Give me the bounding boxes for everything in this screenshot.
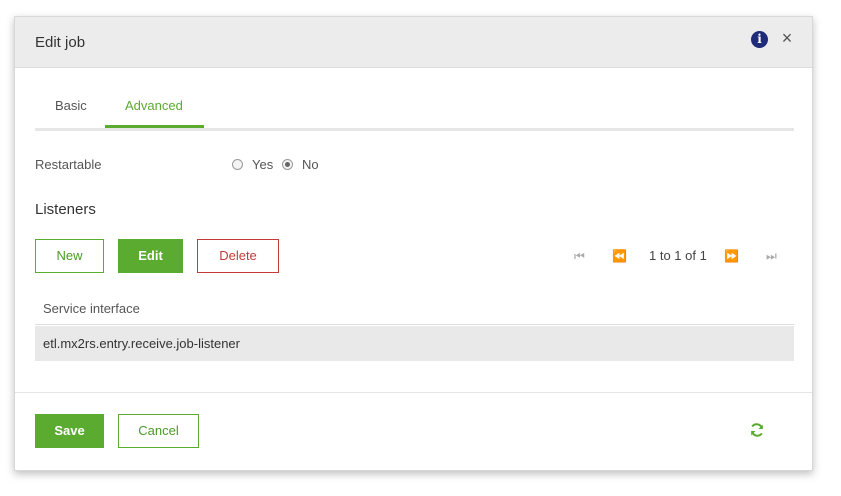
info-icon[interactable]: i: [751, 31, 768, 48]
cancel-button[interactable]: Cancel: [118, 414, 199, 448]
restartable-yes-radio[interactable]: [232, 159, 243, 170]
close-icon[interactable]: ×: [779, 28, 795, 48]
new-listener-button[interactable]: New: [35, 239, 104, 273]
footer-divider: [15, 392, 812, 393]
table-row[interactable]: etl.mx2rs.entry.receive.job-listener: [35, 326, 794, 361]
refresh-icon[interactable]: [749, 422, 765, 438]
restartable-label: Restartable: [35, 157, 102, 172]
restartable-no-radio[interactable]: [282, 159, 293, 170]
active-tab-indicator: [105, 125, 204, 128]
table-cell-service-interface: etl.mx2rs.entry.receive.job-listener: [43, 336, 240, 351]
dialog-header: Edit job i ×: [15, 17, 812, 68]
pager-status: 1 to 1 of 1: [649, 248, 707, 263]
column-header-service-interface[interactable]: Service interface: [43, 301, 140, 316]
first-page-icon[interactable]: ⏮: [574, 249, 585, 264]
save-button[interactable]: Save: [35, 414, 104, 448]
next-page-icon[interactable]: ⏩: [724, 249, 739, 263]
edit-job-dialog: Edit job i × Basic Advanced Restartable …: [14, 16, 813, 471]
last-page-icon[interactable]: ⏭: [766, 249, 777, 264]
restartable-no-label[interactable]: No: [302, 157, 319, 172]
previous-page-icon[interactable]: ⏪: [612, 249, 627, 263]
delete-listener-button[interactable]: Delete: [197, 239, 279, 273]
tab-advanced[interactable]: Advanced: [125, 98, 183, 113]
tab-bar: Basic Advanced: [35, 90, 794, 131]
tab-basic[interactable]: Basic: [55, 98, 87, 113]
edit-listener-button[interactable]: Edit: [118, 239, 183, 273]
table-header: Service interface: [35, 293, 794, 325]
restartable-yes-label[interactable]: Yes: [252, 157, 273, 172]
listeners-title: Listeners: [35, 201, 96, 218]
dialog-title: Edit job: [35, 34, 86, 51]
